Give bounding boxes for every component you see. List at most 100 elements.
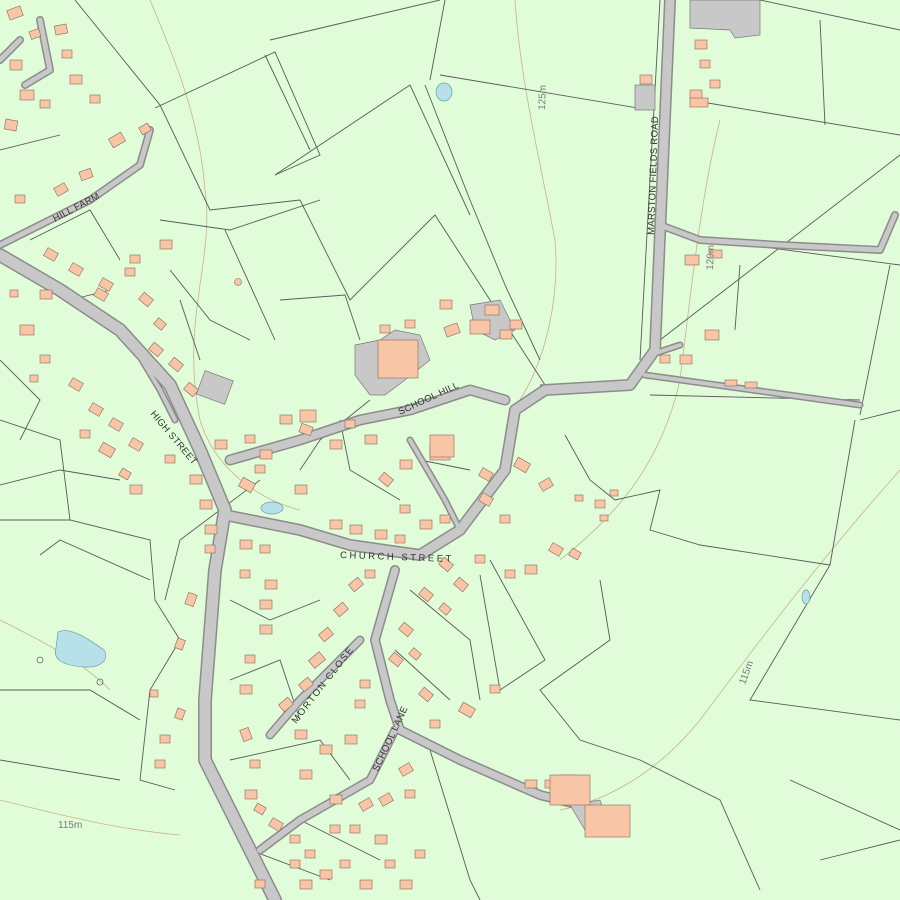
building bbox=[394, 534, 406, 544]
building bbox=[299, 769, 313, 780]
building bbox=[29, 374, 39, 383]
building bbox=[53, 23, 69, 36]
building bbox=[159, 734, 171, 744]
building bbox=[19, 89, 35, 101]
building bbox=[744, 381, 758, 389]
building bbox=[359, 679, 371, 689]
building bbox=[259, 624, 273, 635]
building bbox=[39, 289, 53, 300]
building bbox=[689, 97, 709, 108]
pond bbox=[260, 501, 284, 515]
large-building bbox=[377, 339, 419, 379]
building bbox=[344, 734, 358, 745]
building bbox=[289, 859, 301, 869]
building bbox=[499, 514, 511, 524]
large-building bbox=[429, 434, 455, 458]
pond bbox=[435, 82, 453, 102]
building bbox=[259, 599, 273, 610]
building bbox=[504, 569, 516, 579]
building bbox=[364, 434, 378, 445]
building bbox=[244, 789, 258, 800]
building bbox=[374, 529, 388, 540]
pond bbox=[801, 589, 811, 605]
building bbox=[639, 74, 653, 85]
building bbox=[204, 544, 216, 554]
building bbox=[704, 329, 720, 341]
building bbox=[414, 849, 426, 859]
building bbox=[14, 194, 26, 204]
contour-label-115-west: 115m bbox=[58, 820, 82, 831]
building bbox=[499, 329, 513, 340]
building bbox=[699, 59, 711, 69]
building bbox=[474, 554, 486, 564]
building bbox=[419, 519, 433, 530]
building bbox=[69, 74, 83, 85]
large-building bbox=[549, 774, 591, 806]
building bbox=[709, 79, 721, 89]
building bbox=[39, 99, 51, 109]
building bbox=[349, 524, 363, 535]
building bbox=[254, 879, 266, 889]
building bbox=[189, 474, 203, 485]
building bbox=[79, 429, 91, 439]
building bbox=[429, 719, 441, 729]
building bbox=[319, 744, 333, 755]
building bbox=[329, 794, 343, 805]
building bbox=[439, 514, 451, 524]
building bbox=[61, 49, 73, 59]
building bbox=[264, 579, 278, 590]
building bbox=[239, 569, 251, 579]
building bbox=[364, 569, 376, 579]
building bbox=[329, 824, 341, 834]
map-canvas[interactable]: HILL FARM HIGH STREET SCHOOL HILL CHURCH… bbox=[0, 0, 900, 900]
building bbox=[39, 354, 51, 364]
building bbox=[129, 484, 143, 495]
building bbox=[399, 504, 411, 514]
building bbox=[574, 494, 584, 502]
building bbox=[399, 879, 413, 890]
building bbox=[164, 454, 176, 464]
contour-label-125: 125m bbox=[537, 85, 549, 110]
building bbox=[289, 834, 301, 844]
building bbox=[684, 254, 700, 266]
building bbox=[384, 859, 396, 869]
building bbox=[159, 239, 173, 250]
building bbox=[254, 464, 266, 474]
building bbox=[89, 94, 101, 104]
building bbox=[679, 354, 693, 365]
building bbox=[299, 879, 313, 890]
building bbox=[154, 759, 166, 769]
building bbox=[374, 834, 388, 845]
building bbox=[239, 684, 253, 695]
contour-label-120: 120m bbox=[705, 245, 717, 270]
building bbox=[404, 789, 416, 799]
building bbox=[294, 729, 308, 740]
building bbox=[304, 849, 316, 859]
barn bbox=[634, 84, 656, 111]
building bbox=[149, 689, 159, 698]
building bbox=[524, 564, 538, 575]
building bbox=[404, 319, 416, 329]
building bbox=[124, 267, 136, 277]
building bbox=[279, 414, 293, 425]
building bbox=[379, 324, 391, 334]
building bbox=[239, 539, 253, 550]
large-building bbox=[469, 319, 491, 335]
building bbox=[244, 434, 256, 444]
building bbox=[524, 779, 538, 789]
building bbox=[354, 699, 366, 709]
building bbox=[259, 544, 271, 554]
building bbox=[594, 499, 606, 509]
building bbox=[19, 324, 35, 336]
building bbox=[319, 869, 333, 880]
large-building bbox=[584, 804, 631, 838]
building bbox=[609, 489, 619, 497]
building bbox=[599, 514, 609, 522]
building bbox=[329, 439, 343, 450]
building bbox=[329, 519, 343, 530]
building bbox=[359, 879, 373, 890]
building bbox=[3, 118, 19, 132]
building bbox=[439, 299, 453, 310]
building bbox=[259, 449, 273, 460]
building bbox=[344, 419, 356, 429]
